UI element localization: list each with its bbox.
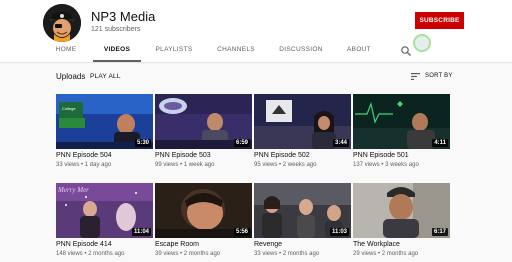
video-title[interactable]: The Workplace: [353, 241, 400, 248]
svg-text:College: College: [62, 106, 76, 111]
subscribe-button[interactable]: SUBSCRIBE: [415, 12, 464, 29]
video-thumbnail[interactable]: 4:11: [353, 94, 450, 149]
sort-label: SORT BY: [425, 73, 453, 79]
video-duration: 11:03: [329, 228, 349, 236]
video-title[interactable]: Revenge: [254, 241, 282, 248]
video-duration: 5:30: [134, 139, 151, 147]
video-meta: 33 views • 2 months ago: [254, 251, 320, 257]
video-duration: 5:56: [233, 228, 250, 236]
channel-name: NP3 Media: [91, 9, 156, 24]
tab-playlists[interactable]: PLAYLISTS: [152, 40, 196, 62]
video-meta: 148 views • 2 months ago: [56, 251, 125, 257]
video-meta: 33 views • 1 day ago: [56, 162, 112, 168]
tab-home[interactable]: HOME: [51, 40, 81, 62]
video-thumbnail[interactable]: 6:59: [155, 94, 252, 149]
video-title[interactable]: PNN Episode 504: [56, 152, 112, 159]
svg-text:Merry Mer: Merry Mer: [57, 186, 89, 194]
play-all-button[interactable]: PLAY ALL: [90, 73, 121, 80]
video-meta: 29 views • 2 months ago: [353, 251, 419, 257]
video-thumbnail[interactable]: 11:03: [254, 183, 351, 238]
video-meta: 95 views • 2 weeks ago: [254, 162, 317, 168]
video-thumbnail[interactable]: Merry Mer 11:04: [56, 183, 153, 238]
channel-avatar[interactable]: [43, 4, 81, 42]
header-divider: [0, 62, 512, 63]
channel-tabs: HOME VIDEOS PLAYLISTS CHANNELS DISCUSSIO…: [0, 40, 512, 62]
video-thumbnail[interactable]: College 5:30: [56, 94, 153, 149]
sort-by-button[interactable]: SORT BY: [411, 72, 453, 82]
video-duration: 3:44: [332, 139, 349, 147]
section-title: Uploads: [56, 72, 86, 81]
video-thumbnail[interactable]: 6:17: [353, 183, 450, 238]
tab-channels[interactable]: CHANNELS: [214, 40, 258, 62]
tab-about[interactable]: ABOUT: [342, 40, 376, 62]
video-duration: 11:04: [131, 228, 151, 236]
video-meta: 137 views • 3 weeks ago: [353, 162, 419, 168]
video-duration: 4:11: [432, 139, 448, 147]
sort-icon: [411, 73, 420, 80]
tab-discussion[interactable]: DISCUSSION: [278, 40, 324, 62]
search-icon[interactable]: [400, 45, 412, 57]
video-title[interactable]: PNN Episode 502: [254, 152, 310, 159]
video-duration: 6:59: [233, 139, 250, 147]
pirate-mascot-icon: [43, 4, 81, 42]
video-meta: 99 views • 1 week ago: [155, 162, 215, 168]
video-title[interactable]: PNN Episode 414: [56, 241, 112, 248]
cursor-indicator: [413, 34, 431, 52]
video-title[interactable]: PNN Episode 503: [155, 152, 211, 159]
video-meta: 39 views • 2 months ago: [155, 251, 221, 257]
video-thumbnail[interactable]: 3:44: [254, 94, 351, 149]
video-title[interactable]: Escape Room: [155, 241, 199, 248]
subscriber-count: 121 subscribers: [91, 26, 141, 33]
video-thumbnail[interactable]: 5:56: [155, 183, 252, 238]
video-title[interactable]: PNN Episode 501: [353, 152, 409, 159]
tab-videos[interactable]: VIDEOS: [93, 40, 141, 62]
video-duration: 6:17: [431, 228, 448, 236]
